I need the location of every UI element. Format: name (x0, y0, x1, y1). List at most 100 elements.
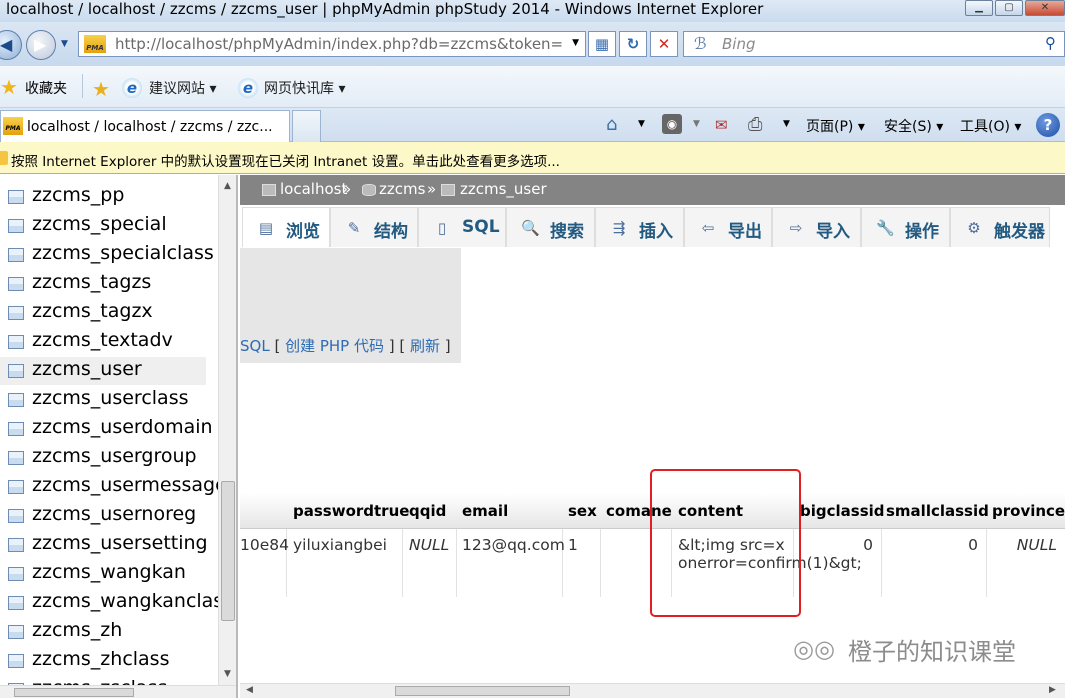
sidebar-item-zzcms-usersetting[interactable]: zzcms_usersetting (0, 531, 218, 559)
table-icon[interactable] (8, 509, 24, 523)
close-window-button[interactable]: ✕ (1025, 0, 1065, 16)
navigation-vertical-scrollbar[interactable]: ▲ ▼ (218, 175, 236, 685)
print-icon[interactable]: ⎙ (748, 114, 762, 135)
scrollbar-thumb[interactable] (395, 686, 570, 696)
print-dropdown-icon[interactable]: ▼ (783, 119, 790, 129)
sidebar-item-zzcms-userdomain[interactable]: zzcms_userdomain (0, 415, 218, 443)
breadcrumb-table-link[interactable]: zzcms_user (460, 180, 547, 198)
new-tab-button[interactable] (292, 110, 321, 142)
tools-menu[interactable]: 工具(O) ▾ (960, 116, 1021, 136)
tab-import[interactable]: ⇨ 导入 (772, 207, 861, 247)
sidebar-item-label[interactable]: zzcms_textadv (32, 329, 173, 351)
table-icon[interactable] (8, 654, 24, 668)
sidebar-item-zzcms-textadv[interactable]: zzcms_textadv (0, 328, 218, 356)
table-icon[interactable] (8, 306, 24, 320)
sidebar-item-label[interactable]: zzcms_usergroup (32, 445, 197, 467)
table-icon[interactable] (8, 567, 24, 581)
tab-triggers[interactable]: ⚙ 触发器 (950, 207, 1050, 247)
navigation-horizontal-scrollbar[interactable] (0, 685, 236, 698)
sidebar-item-zzcms-pp[interactable]: zzcms_pp (0, 183, 218, 211)
table-icon[interactable] (8, 538, 24, 552)
sidebar-item-zzcms-usermessage[interactable]: zzcms_usermessage (0, 473, 218, 501)
search-box[interactable]: ℬ Bing ⚲ (683, 31, 1065, 57)
sidebar-item-zzcms-usergroup[interactable]: zzcms_usergroup (0, 444, 218, 472)
sidebar-item-label[interactable]: zzcms_specialclass (32, 242, 214, 264)
scroll-down-icon[interactable]: ▼ (224, 669, 231, 679)
column-header-smallclassid[interactable]: smallclassid (886, 502, 989, 520)
column-header-bigclassid[interactable]: bigclassid (800, 502, 885, 520)
table-icon[interactable] (8, 422, 24, 436)
sidebar-item-zzcms-zh[interactable]: zzcms_zh (0, 618, 218, 646)
sidebar-item-label[interactable]: zzcms_userdomain (32, 416, 213, 438)
favorites-star-icon[interactable]: ★ (0, 75, 18, 99)
search-input[interactable]: Bing (722, 35, 756, 53)
home-dropdown-icon[interactable]: ▼ (638, 119, 645, 129)
sidebar-item-label[interactable]: zzcms_pp (32, 184, 124, 206)
information-bar[interactable]: 按照 Internet Explorer 中的默认设置现在已关闭 Intrane… (0, 142, 1065, 174)
back-button[interactable]: ◀ (0, 30, 22, 60)
sidebar-item-zzcms-tagzs[interactable]: zzcms_tagzs (0, 270, 218, 298)
stop-button[interactable]: ✕ (650, 31, 678, 57)
sidebar-item-label[interactable]: zzcms_zh (32, 619, 122, 641)
favorites-button[interactable]: 收藏夹 (25, 78, 67, 98)
scrollbar-thumb[interactable] (221, 481, 235, 621)
add-favorite-icon[interactable]: ★ (92, 77, 110, 101)
refresh-link[interactable]: 刷新 (410, 337, 440, 355)
table-icon[interactable] (8, 393, 24, 407)
sidebar-item-label[interactable]: zzcms_usernoreg (32, 503, 196, 525)
sidebar-item-zzcms-userclass[interactable]: zzcms_userclass (0, 386, 218, 414)
address-dropdown-icon[interactable]: ▼ (572, 38, 579, 48)
tab-insert[interactable]: ⇶ 插入 (595, 207, 684, 247)
table-icon[interactable] (8, 480, 24, 494)
sidebar-item-zzcms-zhclass[interactable]: zzcms_zhclass (0, 647, 218, 675)
table-icon[interactable] (8, 248, 24, 262)
table-icon[interactable] (8, 219, 24, 233)
web-slice-gallery-link[interactable]: 网页快讯库 ▾ (264, 78, 345, 98)
table-icon[interactable] (8, 277, 24, 291)
sidebar-item-zzcms-specialclass[interactable]: zzcms_specialclass (0, 241, 218, 269)
forward-button[interactable]: ▶ (26, 30, 56, 60)
sidebar-item-zzcms-zsclass[interactable]: zzcms_zsclass (0, 676, 218, 685)
sidebar-item-label[interactable]: zzcms_special (32, 213, 167, 235)
sidebar-item-label[interactable]: zzcms_wangkanclass (32, 590, 218, 612)
sidebar-item-label[interactable]: zzcms_usersetting (32, 532, 208, 554)
table-icon[interactable] (8, 451, 24, 465)
column-header-qqid[interactable]: qqid (409, 502, 446, 520)
scrollbar-thumb[interactable] (14, 688, 134, 697)
sidebar-item-zzcms-tagzx[interactable]: zzcms_tagzx (0, 299, 218, 327)
scroll-right-icon[interactable]: ▶ (1049, 685, 1056, 695)
sidebar-item-zzcms-usernoreg[interactable]: zzcms_usernoreg (0, 502, 218, 530)
rss-dropdown-icon[interactable]: ▼ (693, 119, 700, 129)
tab-sql[interactable]: ▯ SQL (418, 207, 506, 247)
sidebar-item-label[interactable]: zzcms_usermessage (32, 474, 218, 496)
safety-menu[interactable]: 安全(S) ▾ (884, 116, 943, 136)
column-header-email[interactable]: email (462, 502, 508, 520)
compatibility-view-button[interactable]: ▦ (588, 31, 616, 57)
rss-feed-icon[interactable]: ◉ (662, 114, 682, 134)
sidebar-item-label[interactable]: zzcms_user (32, 358, 142, 380)
sidebar-item-label[interactable]: zzcms_zsclass (32, 677, 167, 685)
sidebar-item-zzcms-user[interactable]: zzcms_user (0, 357, 206, 385)
tab-browse[interactable]: ▤ 浏览 (242, 207, 330, 247)
table-icon[interactable] (8, 190, 24, 204)
scroll-up-icon[interactable]: ▲ (224, 181, 231, 191)
sidebar-item-zzcms-wangkanclass[interactable]: zzcms_wangkanclass (0, 589, 218, 617)
breadcrumb-server-link[interactable]: localhost (280, 180, 347, 198)
minimize-button[interactable]: ▁ (965, 0, 993, 16)
sidebar-item-label[interactable]: zzcms_wangkan (32, 561, 186, 583)
sidebar-item-label[interactable]: zzcms_zhclass (32, 648, 169, 670)
tab-export[interactable]: ⇦ 导出 (684, 207, 772, 247)
column-header-sex[interactable]: sex (568, 502, 597, 520)
suggested-sites-link[interactable]: 建议网站 ▾ (149, 78, 216, 98)
sidebar-item-label[interactable]: zzcms_tagzs (32, 271, 151, 293)
address-bar[interactable]: PMA http://localhost/phpMyAdmin/index.ph… (78, 31, 586, 57)
history-dropdown-icon[interactable]: ▼ (61, 39, 68, 49)
sidebar-item-zzcms-wangkan[interactable]: zzcms_wangkan (0, 560, 218, 588)
refresh-button[interactable]: ↻ (619, 31, 647, 57)
magnifier-icon[interactable]: ⚲ (1045, 34, 1056, 52)
address-input[interactable]: http://localhost/phpMyAdmin/index.php?db… (115, 35, 563, 53)
column-header-passwordtrue[interactable]: passwordtrue (293, 502, 409, 520)
table-icon[interactable] (8, 596, 24, 610)
tab-structure[interactable]: ✎ 结构 (330, 207, 418, 247)
info-bar-text[interactable]: 按照 Internet Explorer 中的默认设置现在已关闭 Intrane… (11, 150, 560, 170)
